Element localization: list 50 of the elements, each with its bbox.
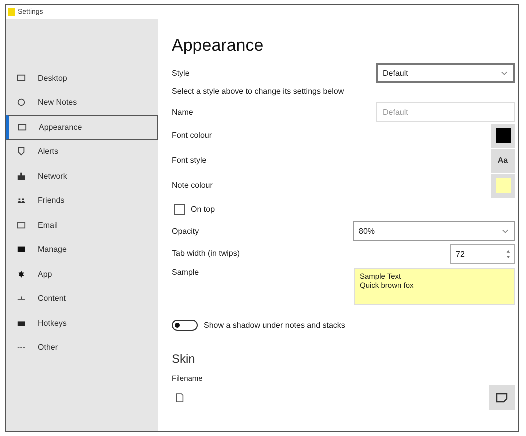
- sidebar-item[interactable]: Friends: [6, 188, 158, 213]
- chevron-icon: [501, 70, 508, 76]
- page-heading: Appearance: [172, 36, 265, 56]
- style-dropdown[interactable]: Default: [376, 63, 515, 83]
- sidebar-item[interactable]: Content: [6, 286, 158, 311]
- sidebar-item[interactable]: New Notes: [6, 90, 158, 115]
- nav-icon: [17, 318, 26, 328]
- sidebar-item[interactable]: Email: [6, 213, 158, 238]
- font-colour-button[interactable]: [491, 124, 515, 148]
- nav-icon: [17, 196, 26, 206]
- nav-icon: [17, 270, 26, 279]
- sidebar-item[interactable]: Hotkeys: [6, 311, 158, 336]
- field-label: Font style: [172, 156, 207, 165]
- checkbox[interactable]: [174, 204, 185, 214]
- nav-icon: [18, 122, 27, 132]
- sidebar-item[interactable]: Appearance: [6, 115, 158, 140]
- field-label: Font colour: [172, 131, 212, 140]
- nav-icon: [17, 220, 26, 230]
- note-icon: [496, 392, 508, 402]
- nav-icon: [17, 98, 26, 108]
- nav-icon: [17, 147, 26, 156]
- field-label: Style: [172, 68, 190, 78]
- font-style-button[interactable]: Aa: [491, 148, 515, 172]
- checkbox-label: On top: [191, 204, 216, 214]
- nav-icon: [17, 172, 26, 181]
- spinner-arrows-icon: [506, 248, 511, 260]
- field-label: Tab width (in twips): [172, 248, 240, 258]
- section-heading: Skin: [172, 352, 196, 366]
- field-label: Sample: [172, 268, 200, 277]
- name-field[interactable]: Default: [376, 102, 515, 122]
- browse-button[interactable]: [489, 385, 515, 410]
- hint-text: Select a style above to change its settings below: [172, 87, 346, 96]
- toggle-label: Show a shadow under notes and stacks: [204, 320, 346, 330]
- opacity-dropdown[interactable]: 80%: [353, 221, 515, 241]
- app-icon: [8, 8, 15, 16]
- sidebar-item[interactable]: Network: [6, 164, 158, 188]
- sidebar-item[interactable]: Manage: [6, 238, 158, 262]
- file-icon: [176, 392, 184, 402]
- sidebar-item[interactable]: App: [6, 262, 158, 286]
- nav-icon: [17, 74, 26, 83]
- field-label: Note colour: [172, 181, 213, 190]
- chevron-icon: [502, 228, 509, 234]
- sidebar-item[interactable]: Other: [6, 336, 158, 360]
- nav-icon: [17, 245, 26, 254]
- sidebar-item[interactable]: Desktop: [6, 66, 158, 90]
- toggle-switch[interactable]: [172, 320, 198, 330]
- tab-width-spinner[interactable]: 72: [450, 244, 515, 264]
- sidebar-item[interactable]: Alerts: [6, 140, 158, 164]
- field-label: Opacity: [172, 226, 200, 236]
- field-label: Name: [172, 108, 194, 116]
